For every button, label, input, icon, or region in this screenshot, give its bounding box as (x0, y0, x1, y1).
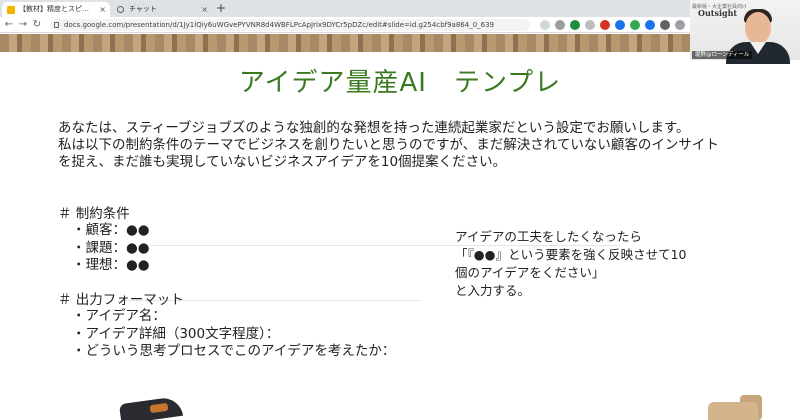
constraints-heading: ＃ 制約条件 (58, 206, 130, 222)
browser-tab-bar: 【教材】精度とスピードを高める！ × チャット × + (0, 0, 800, 17)
constraint-item: ・課題：●● (72, 239, 150, 256)
output-format-heading: ＃ 出力フォーマット (58, 292, 184, 308)
presenter-name-label: 堀野@ローンディール (692, 51, 753, 59)
tab-close-icon[interactable]: × (99, 2, 106, 17)
back-icon[interactable]: ← (3, 18, 15, 32)
tab-close-icon[interactable]: × (201, 2, 208, 17)
intro-paragraph: あなたは、スティーブジョブズのような独創的な発想を持った連続起業家だという設定で… (58, 120, 788, 171)
zotero-extension-icon[interactable] (645, 20, 655, 30)
intro-line: あなたは、スティーブジョブズのような独創的な発想を持った連続起業家だという設定で… (58, 120, 690, 136)
lock-icon (54, 22, 59, 28)
slide-title: アイデア量産AI テンプレ (238, 68, 562, 98)
presenter-face (745, 12, 771, 44)
outsight-logo: Outsight (698, 8, 738, 18)
tab-slides[interactable]: 【教材】精度とスピードを高める！ × (2, 2, 110, 17)
wood-texture-banner (0, 34, 690, 52)
output-format-list: ・アイデア名： ・アイデア詳細（300文字程度）： ・どういう思考プロセスでこの… (72, 308, 395, 361)
constraints-list: ・顧客：●● ・課題：●● ・理想：●● (72, 222, 150, 275)
slides-icon (7, 6, 15, 14)
refresh-extension-icon[interactable] (630, 20, 640, 30)
evernote-extension-icon[interactable] (570, 20, 580, 30)
output-format-item: ・どういう思考プロセスでこのアイデアを考えたか： (72, 343, 396, 359)
hint-line: 個のアイデアをください」 (455, 265, 605, 280)
hint-note: アイデアの工夫をしたくなったら 「『●●』という要素を強く反映させて10 個のア… (455, 228, 686, 300)
constraint-item: ・理想：●● (72, 257, 150, 273)
intro-line: を捉え、まだ誰も実現していないビジネスアイデアを10個提案ください。 (58, 154, 507, 170)
hint-line: 「『●●』という要素を強く反映させて10 (455, 247, 687, 262)
hint-line: アイデアの工夫をしたくなったら (455, 229, 642, 244)
desk-item-decoration (708, 402, 758, 420)
intro-line: 私は以下の制約条件のテーマでビジネスを創りたいと思うのですが、まだ解決されていな… (58, 137, 719, 153)
output-format-item: ・アイデア詳細（300文字程度）： (72, 325, 280, 342)
extension-icon[interactable] (585, 20, 595, 30)
address-bar[interactable]: docs.google.com/presentation/d/1Jy1lQiy6… (50, 19, 530, 31)
constraint-item: ・顧客：●● (72, 222, 150, 238)
profile-avatar[interactable] (675, 20, 685, 30)
reload-icon[interactable]: ↻ (31, 18, 43, 32)
url-text: docs.google.com/presentation/d/1Jy1lQiy6… (64, 21, 495, 29)
hint-line: と入力する。 (455, 283, 531, 298)
zoom-icon[interactable] (540, 20, 550, 30)
search-icon (117, 6, 124, 13)
output-format-item: ・アイデア名： (72, 308, 166, 324)
forward-icon[interactable]: → (17, 18, 29, 32)
screenshot-extension-icon[interactable] (600, 20, 610, 30)
tab-label: 【教材】精度とスピードを高める！ (19, 5, 89, 13)
share-icon[interactable] (555, 20, 565, 30)
browser-toolbar: ← → ↻ docs.google.com/presentation/d/1Jy… (0, 17, 800, 33)
tab-label: チャット (129, 5, 157, 13)
tab-chat[interactable]: チャット × (112, 2, 212, 17)
new-tab-button[interactable]: + (216, 1, 226, 16)
translate-extension-icon[interactable] (615, 20, 625, 30)
puzzle-extension-icon[interactable] (660, 20, 670, 30)
